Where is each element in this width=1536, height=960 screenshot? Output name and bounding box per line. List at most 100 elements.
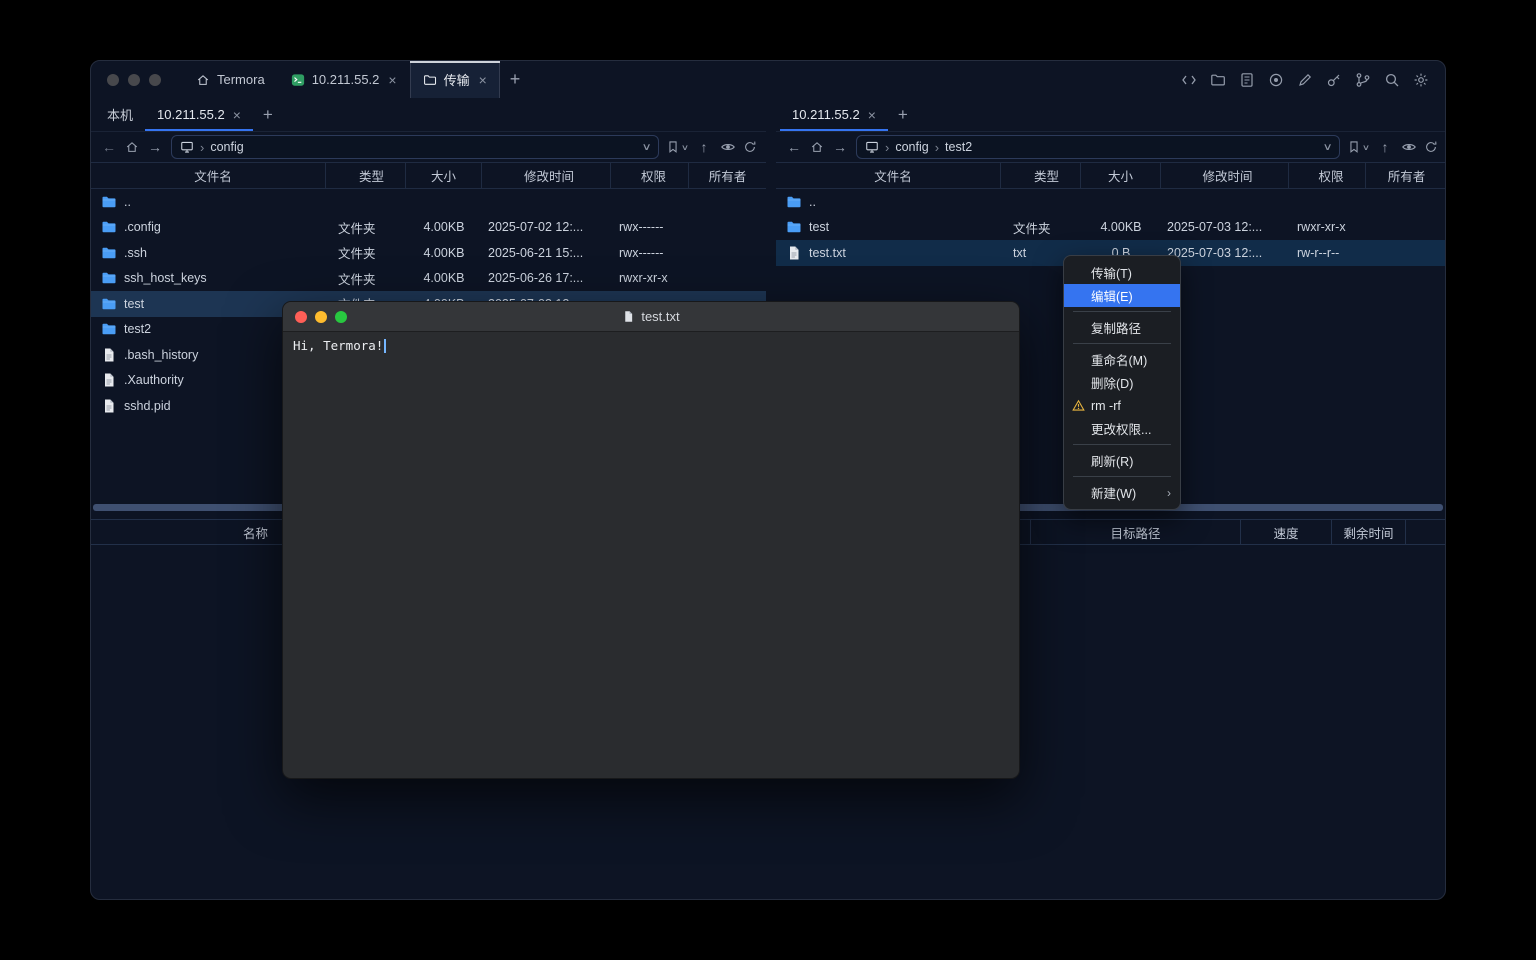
- tab-termora-home[interactable]: Termora: [183, 61, 278, 98]
- refresh-icon: [1424, 140, 1438, 154]
- keys-button[interactable]: [1326, 72, 1342, 88]
- titlebar: Termora 10.211.55.2 × 传输 × +: [91, 61, 1445, 98]
- tab-host-session[interactable]: 10.211.55.2 ×: [278, 61, 410, 98]
- file-name: .Xauthority: [124, 373, 184, 387]
- close-tab-icon[interactable]: ×: [868, 107, 876, 123]
- settings-button[interactable]: [1413, 72, 1429, 88]
- record-button[interactable]: [1268, 72, 1284, 88]
- column-header-type[interactable]: 类型: [1001, 163, 1081, 188]
- maximize-window-button[interactable]: [335, 311, 347, 323]
- back-button[interactable]: ←: [785, 139, 803, 155]
- close-tab-icon[interactable]: ×: [233, 107, 241, 123]
- refresh-button[interactable]: [1424, 140, 1438, 154]
- titlebar-toolbar: [1181, 72, 1429, 88]
- back-button[interactable]: ←: [100, 139, 118, 155]
- editor-title: test.txt: [283, 309, 1019, 324]
- file-name: test2: [124, 322, 151, 336]
- new-panel-tab-button[interactable]: +: [253, 98, 283, 131]
- parent-directory-button[interactable]: ↑: [695, 139, 713, 155]
- parent-directory-button[interactable]: ↑: [1376, 139, 1394, 155]
- log-button[interactable]: [1239, 72, 1255, 88]
- table-row[interactable]: test 文件夹 4.00KB 2025-07-03 12:... rwxr-x…: [776, 215, 1446, 241]
- eye-icon: [1401, 139, 1417, 155]
- column-header-name[interactable]: 文件名: [776, 163, 1001, 188]
- tab-remote-host[interactable]: 10.211.55.2 ×: [780, 98, 888, 131]
- table-row[interactable]: .config 文件夹 4.00KB 2025-07-02 12:... rwx…: [91, 215, 766, 241]
- tab-local-machine[interactable]: 本机: [95, 98, 145, 131]
- table-row[interactable]: ssh_host_keys 文件夹 4.00KB 2025-06-26 17:.…: [91, 266, 766, 292]
- minimize-window-button[interactable]: [315, 311, 327, 323]
- table-row[interactable]: ..: [91, 189, 766, 215]
- forward-button[interactable]: →: [146, 139, 164, 155]
- menu-item-change-permissions[interactable]: 更改权限...: [1064, 417, 1180, 440]
- minimize-window-button[interactable]: [128, 74, 140, 86]
- key-icon: [1326, 72, 1342, 88]
- record-icon: [1268, 72, 1284, 88]
- forward-button[interactable]: →: [831, 139, 849, 155]
- column-header-perm[interactable]: 权限: [1289, 163, 1366, 188]
- file-icon: [101, 347, 117, 363]
- chevron-down-icon: ∨: [681, 143, 689, 152]
- editor-window-controls: [295, 311, 347, 323]
- code-button[interactable]: [1181, 72, 1197, 88]
- search-button[interactable]: [1384, 72, 1400, 88]
- column-header-speed[interactable]: 速度: [1241, 520, 1332, 544]
- new-panel-tab-button[interactable]: +: [888, 98, 918, 131]
- menu-item-new[interactable]: 新建(W) ›: [1064, 481, 1180, 504]
- chevron-right-icon: ›: [200, 140, 204, 155]
- close-window-button[interactable]: [107, 74, 119, 86]
- path-dropdown-button[interactable]: ∨: [1322, 142, 1332, 153]
- tab-remote-host[interactable]: 10.211.55.2 ×: [145, 98, 253, 131]
- branch-button[interactable]: [1355, 72, 1371, 88]
- sftp-button[interactable]: [1210, 72, 1226, 88]
- bookmark-icon: [666, 140, 680, 154]
- column-header-mtime[interactable]: 修改时间: [482, 163, 611, 188]
- home-button[interactable]: [810, 140, 824, 154]
- menu-item-rm-rf[interactable]: rm -rf: [1064, 394, 1180, 417]
- computer-icon: [865, 140, 879, 154]
- close-window-button[interactable]: [295, 311, 307, 323]
- menu-item-rename[interactable]: 重命名(M): [1064, 348, 1180, 371]
- menu-item-delete[interactable]: 删除(D): [1064, 371, 1180, 394]
- maximize-window-button[interactable]: [149, 74, 161, 86]
- desktop-background: Termora 10.211.55.2 × 传输 × +: [0, 0, 1536, 960]
- column-header-mtime[interactable]: 修改时间: [1161, 163, 1289, 188]
- column-header-size[interactable]: 大小: [406, 163, 482, 188]
- refresh-button[interactable]: [743, 140, 757, 154]
- editor-titlebar[interactable]: test.txt: [283, 302, 1019, 332]
- path-dropdown-button[interactable]: ∨: [641, 142, 651, 153]
- home-button[interactable]: [125, 140, 139, 154]
- bookmarks-button[interactable]: ∨: [1347, 140, 1369, 154]
- menu-item-copy-path[interactable]: 复制路径: [1064, 316, 1180, 339]
- column-header-owner[interactable]: 所有者: [689, 163, 766, 188]
- file-table-header: 文件名 类型 大小 修改时间 权限 所有者: [91, 162, 766, 189]
- column-header-size[interactable]: 大小: [1081, 163, 1161, 188]
- table-row[interactable]: .ssh 文件夹 4.00KB 2025-06-21 15:... rwx---…: [91, 240, 766, 266]
- close-tab-icon[interactable]: ×: [479, 72, 487, 88]
- file-name: .config: [124, 220, 161, 234]
- path-breadcrumb[interactable]: › config ∨: [171, 135, 659, 159]
- table-row[interactable]: ..: [776, 189, 1446, 215]
- path-segment[interactable]: test2: [945, 140, 972, 154]
- column-header-target-path[interactable]: 目标路径: [1031, 520, 1241, 544]
- path-breadcrumb[interactable]: › config › test2 ∨: [856, 135, 1340, 159]
- path-segment[interactable]: config: [210, 140, 243, 154]
- editor-content-area[interactable]: Hi, Termora!: [283, 332, 1019, 359]
- warning-icon: [1072, 399, 1085, 412]
- path-segment[interactable]: config: [895, 140, 928, 154]
- column-header-eta[interactable]: 剩余时间: [1332, 520, 1406, 544]
- column-header-type[interactable]: 类型: [326, 163, 406, 188]
- show-hidden-files-button[interactable]: [1401, 139, 1417, 155]
- new-tab-button[interactable]: +: [500, 69, 531, 90]
- column-header-perm[interactable]: 权限: [611, 163, 689, 188]
- show-hidden-files-button[interactable]: [720, 139, 736, 155]
- column-header-name[interactable]: 文件名: [91, 163, 326, 188]
- close-tab-icon[interactable]: ×: [388, 72, 396, 88]
- menu-item-transfer[interactable]: 传输(T): [1064, 261, 1180, 284]
- menu-item-edit[interactable]: 编辑(E): [1064, 284, 1180, 307]
- tab-transfer[interactable]: 传输 ×: [410, 61, 500, 98]
- bookmarks-button[interactable]: ∨: [666, 140, 688, 154]
- edit-button[interactable]: [1297, 72, 1313, 88]
- column-header-owner[interactable]: 所有者: [1366, 163, 1446, 188]
- menu-item-refresh[interactable]: 刷新(R): [1064, 449, 1180, 472]
